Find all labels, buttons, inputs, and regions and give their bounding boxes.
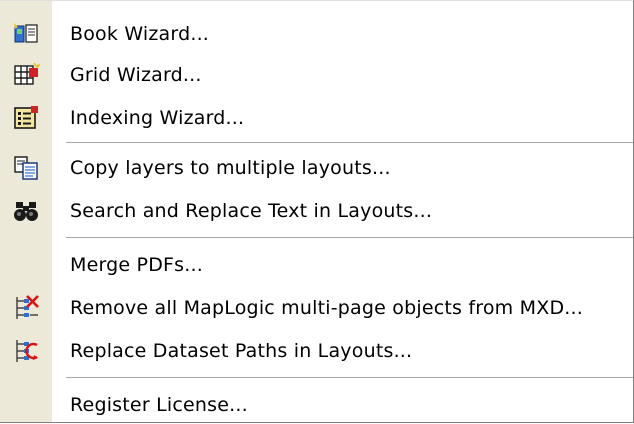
- menu-item-indexing-wizard[interactable]: Indexing Wizard...: [0, 99, 633, 137]
- menu-item-replace-paths[interactable]: Replace Dataset Paths in Layouts...: [0, 332, 633, 370]
- menu-separator: [66, 377, 633, 378]
- remove-objects-icon: [12, 294, 40, 322]
- grid-wizard-icon: [12, 61, 40, 89]
- book-wizard-icon: [12, 20, 40, 48]
- menu-item-label: Search and Replace Text in Layouts...: [70, 200, 433, 222]
- menu-item-merge-pdfs[interactable]: Merge PDFs...: [0, 246, 633, 284]
- menu-item-label: Register License...: [70, 394, 248, 416]
- menu-item-label: Book Wizard...: [70, 23, 210, 45]
- copy-layers-icon: [12, 154, 40, 182]
- context-menu: Book Wizard... Grid Wizard... Indexing W…: [0, 0, 634, 423]
- menu-separator: [66, 142, 633, 143]
- menu-item-register-license[interactable]: Register License...: [0, 386, 633, 424]
- binoculars-icon: [12, 197, 40, 225]
- menu-item-label: Grid Wizard...: [70, 64, 202, 86]
- replace-paths-icon: [12, 337, 40, 365]
- menu-item-copy-layers[interactable]: Copy layers to multiple layouts...: [0, 149, 633, 187]
- menu-item-remove-objects[interactable]: Remove all MapLogic multi-page objects f…: [0, 289, 633, 327]
- menu-item-label: Merge PDFs...: [70, 254, 203, 276]
- menu-separator: [66, 237, 633, 238]
- menu-item-grid-wizard[interactable]: Grid Wizard...: [0, 56, 633, 94]
- menu-item-label: Indexing Wizard...: [70, 107, 245, 129]
- menu-item-label: Remove all MapLogic multi-page objects f…: [70, 297, 583, 319]
- menu-item-label: Copy layers to multiple layouts...: [70, 157, 391, 179]
- menu-item-book-wizard[interactable]: Book Wizard...: [0, 15, 633, 53]
- menu-item-label: Replace Dataset Paths in Layouts...: [70, 340, 413, 362]
- indexing-wizard-icon: [12, 104, 40, 132]
- menu-item-search-replace[interactable]: Search and Replace Text in Layouts...: [0, 192, 633, 230]
